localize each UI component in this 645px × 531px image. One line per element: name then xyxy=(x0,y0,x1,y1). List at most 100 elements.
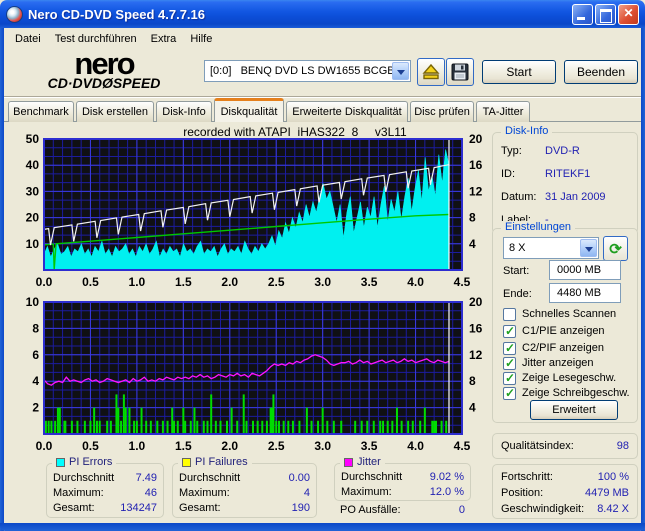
end-position-field[interactable]: 4480 MB xyxy=(549,283,621,303)
tab-disk-erstellen[interactable]: Disk erstellen xyxy=(76,101,154,122)
checkbox-c2-pif[interactable]: C2/PIF anzeigen xyxy=(503,341,604,355)
svg-text:10: 10 xyxy=(26,296,40,309)
jitter-panel: Jitter Durchschnitt 9.02 % Maximum: 12.0 % xyxy=(334,456,471,501)
svg-text:30: 30 xyxy=(26,184,40,198)
tab-benchmark[interactable]: Benchmark xyxy=(8,101,74,122)
svg-text:1.5: 1.5 xyxy=(175,439,192,453)
refresh-icon: ⟳ xyxy=(609,240,622,258)
tab-disc-pruefen[interactable]: Disc prüfen xyxy=(410,101,474,122)
quality-index-label: Qualitätsindex: xyxy=(501,440,574,452)
checkbox-schreibgeschw[interactable]: Zeige Schreibgeschw. xyxy=(503,386,630,400)
svg-text:0.5: 0.5 xyxy=(82,275,99,289)
po-failures-label: PO Ausfälle: xyxy=(340,504,401,516)
checkbox-jitter[interactable]: Jitter anzeigen xyxy=(503,356,594,370)
checkbox-box[interactable] xyxy=(503,307,516,321)
window-border xyxy=(641,28,645,531)
pi-failures-jitter-chart: 10 8 6 4 2 20 16 12 8 4 0.0 0.5 1.0 1.5 2.0 2.5 3.0 3.5 4.… xyxy=(26,296,483,453)
close-button[interactable] xyxy=(618,3,639,25)
svg-text:3.5: 3.5 xyxy=(361,275,378,289)
svg-text:2.5: 2.5 xyxy=(268,275,285,289)
disk-info-row: ID: RITEKF1 xyxy=(501,168,591,180)
menu-item-hilfe[interactable]: Hilfe xyxy=(184,31,218,47)
tab-ta-jitter[interactable]: TA-Jitter xyxy=(476,101,530,122)
window-border xyxy=(0,523,645,531)
svg-text:12: 12 xyxy=(469,348,483,362)
speed-select-arrow-icon[interactable] xyxy=(580,239,597,257)
save-button[interactable] xyxy=(446,58,474,86)
maximize-button[interactable] xyxy=(595,3,616,25)
svg-text:4: 4 xyxy=(32,374,39,388)
nero-logo-text: nero xyxy=(74,46,135,81)
drive-select-arrow-icon[interactable] xyxy=(392,62,409,80)
svg-text:2.5: 2.5 xyxy=(268,439,285,453)
svg-text:0.0: 0.0 xyxy=(36,439,53,453)
quality-index-panel: Qualitätsindex: 98 xyxy=(492,433,638,459)
svg-text:0.0: 0.0 xyxy=(36,275,53,289)
svg-text:0.5: 0.5 xyxy=(82,439,99,453)
start-button-label: Start xyxy=(506,65,532,79)
menu-item-extra[interactable]: Extra xyxy=(145,31,183,47)
svg-text:3.5: 3.5 xyxy=(361,439,378,453)
svg-text:20: 20 xyxy=(26,211,40,225)
jitter-swatch xyxy=(344,457,353,467)
svg-text:4: 4 xyxy=(469,401,476,415)
checkbox-lesegeschw[interactable]: Zeige Lesegeschw. xyxy=(503,371,616,385)
svg-text:8: 8 xyxy=(469,374,476,388)
po-failures-value: 0 xyxy=(458,504,465,516)
quality-index-value: 98 xyxy=(616,440,629,452)
disk-info-row: Typ: DVD-R xyxy=(501,145,580,157)
svg-text:8: 8 xyxy=(32,321,39,335)
checkbox-c1-pie[interactable]: C1/PIE anzeigen xyxy=(503,324,605,338)
save-icon xyxy=(451,63,469,81)
svg-text:4.0: 4.0 xyxy=(407,439,424,453)
pi-failures-panel: PI Failures Durchschnitt 0.00 Maximum: 4 G… xyxy=(172,456,317,518)
refresh-button[interactable]: ⟳ xyxy=(603,236,628,261)
speed-select-value: 8 X xyxy=(509,242,526,254)
svg-text:2.0: 2.0 xyxy=(221,275,238,289)
checkbox-box[interactable] xyxy=(503,386,516,400)
pi-errors-chart: 5040302010201612840.0 0.5 1.0 1.5 2.0 2.5 3.0 3… xyxy=(26,133,483,289)
drive-select[interactable]: [0:0] BENQ DVD LS DW1655 BCGB xyxy=(204,60,411,82)
tab-diskqualitaet[interactable]: Diskqualität xyxy=(214,98,284,122)
svg-text:4.5: 4.5 xyxy=(454,275,471,289)
start-button[interactable]: Start xyxy=(482,60,556,84)
svg-text:3.0: 3.0 xyxy=(314,439,331,453)
start-position-field[interactable]: 0000 MB xyxy=(549,260,621,280)
checkbox-box[interactable] xyxy=(503,324,516,338)
checkbox-box[interactable] xyxy=(503,371,516,385)
menu-bar: Datei Test durchführen Extra Hilfe xyxy=(4,28,641,49)
cdvd-speed-logo-text: CD·DVDØSPEED xyxy=(47,75,161,91)
svg-text:1.0: 1.0 xyxy=(129,439,146,453)
end-position-label: Ende: xyxy=(503,288,532,300)
menu-item-datei[interactable]: Datei xyxy=(9,31,47,47)
menu-item-test-durchfuehren[interactable]: Test durchführen xyxy=(49,31,143,47)
quit-button[interactable]: Beenden xyxy=(564,60,638,84)
start-position-label: Start: xyxy=(503,265,530,277)
window-title: Nero CD-DVD Speed 4.7.7.16 xyxy=(28,6,206,22)
svg-text:1.0: 1.0 xyxy=(129,275,146,289)
svg-text:6: 6 xyxy=(32,348,39,362)
progress-panel: Fortschritt: 100 % Position: 4479 MB Gesch… xyxy=(492,464,638,519)
eject-button[interactable] xyxy=(417,58,445,86)
svg-text:4.5: 4.5 xyxy=(454,439,471,453)
checkbox-box[interactable] xyxy=(503,356,516,370)
disk-info-panel: Disk-Info Typ: DVD-R ID: RITEKF1 Datum: 31 … xyxy=(492,125,638,234)
tab-erweiterte-diskqualitaet[interactable]: Erweiterte Diskqualität xyxy=(286,101,408,122)
quit-button-label: Beenden xyxy=(576,65,626,79)
svg-text:20: 20 xyxy=(469,296,483,309)
tab-disk-info[interactable]: Disk-Info xyxy=(156,101,212,122)
advanced-button[interactable]: Erweitert xyxy=(530,400,618,420)
svg-text:16: 16 xyxy=(469,321,483,335)
drive-select-value: [0:0] BENQ DVD LS DW1655 BCGB xyxy=(210,65,392,77)
checkbox-box[interactable] xyxy=(503,341,516,355)
eject-icon xyxy=(422,63,440,80)
speed-select[interactable]: 8 X xyxy=(503,237,599,259)
svg-text:50: 50 xyxy=(26,133,40,146)
title-bar[interactable]: Nero CD-DVD Speed 4.7.7.16 xyxy=(0,0,645,28)
minimize-button[interactable] xyxy=(572,3,593,25)
svg-text:40: 40 xyxy=(26,158,40,172)
progress-row: Fortschritt: 100 % xyxy=(501,471,629,483)
svg-text:4.0: 4.0 xyxy=(407,275,424,289)
checkbox-schnelles-scannen[interactable]: Schnelles Scannen xyxy=(503,307,616,321)
position-row: Position: 4479 MB xyxy=(501,487,629,499)
